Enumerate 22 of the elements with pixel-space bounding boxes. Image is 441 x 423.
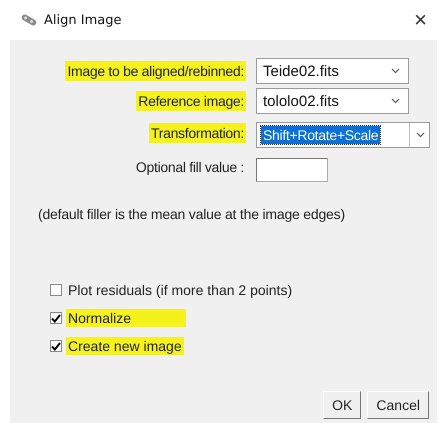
checkbox-label: Create new image [66,337,184,355]
dropdown[interactable]: Shift+Rotate+Scale [256,122,430,148]
chevron-icon [391,98,400,104]
ok-button[interactable]: OK [323,391,362,419]
cancel-button[interactable]: Cancel [367,391,429,419]
checkbox-label: Normalize [66,309,186,327]
chevron-icon [391,68,400,74]
dropdown[interactable]: Teide02.fits [256,58,409,84]
chevron-icon [416,132,425,138]
close-button[interactable]: × [408,7,433,33]
input-field[interactable] [256,158,328,182]
field-label: Image to be aligned/rebinned: [65,61,246,81]
window-title: Align Image [44,12,122,28]
field-label: Reference image: [136,91,246,111]
checkbox[interactable] [50,340,62,352]
checkbox[interactable] [50,284,62,296]
dropdown[interactable]: tololo02.fits [256,88,409,114]
hint-text: (default filler is the mean value at the image edges) [38,206,346,222]
field-label: Transformation: [148,123,246,143]
field-label: Optional fill value : [134,158,245,177]
checkbox-label: Plot residuals (if more than 2 points) [67,281,294,299]
checkbox[interactable] [50,312,62,324]
